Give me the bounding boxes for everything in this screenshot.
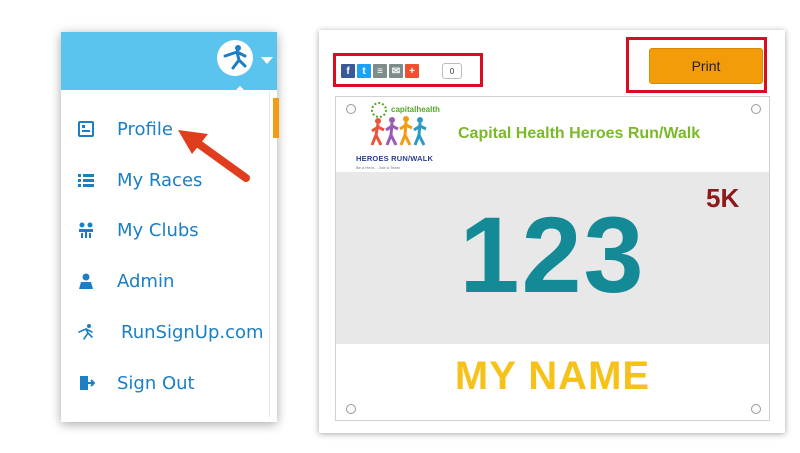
menu-item-my-clubs[interactable]: My Clubs [61,211,266,251]
logo-heroes-text: HEROES RUN/WALK [356,154,434,163]
share-count: 0 [442,63,462,79]
print-button[interactable]: Print [649,48,763,84]
facebook-icon[interactable]: f [341,64,355,78]
clubs-icon [79,222,93,238]
profile-card-icon [78,121,94,137]
logo-text: capitalhealth [391,105,440,114]
menu-header [61,32,277,90]
bib-hole [346,404,356,414]
menu-divider [269,92,270,417]
menu-item-runsignup[interactable]: RunSignUp.com [61,313,266,353]
sign-out-icon [80,376,95,390]
menu-item-label: Sign Out [117,373,195,394]
red-arrow-annotation [178,130,250,182]
bib-event-title: Capital Health Heroes Run/Walk [458,125,701,142]
print-button-highlight: Print [626,37,767,93]
menu-item-label: My Clubs [117,220,199,241]
admin-icon [79,273,93,289]
share-buttons-highlight: f t ≡ ✉ + 0 [333,53,483,87]
user-dropdown-menu: Profile My Races My Clubs Admin RunSignU… [61,32,279,422]
race-bib: capitalhealth HEROES RUN/WALK Be a Hero.… [335,96,770,421]
logo-tagline: Be a Hero... Join a Team [356,165,400,170]
twitter-icon[interactable]: t [357,64,371,78]
menu-item-label: RunSignUp.com [121,322,264,343]
bib-hole [751,104,761,114]
bib-hole [751,404,761,414]
bib-number: 123 [459,194,646,315]
list-icon [78,174,94,187]
menu-pointer [232,86,248,94]
runners-logo-icon [370,116,427,146]
bib-runner-name: MY NAME [454,354,651,398]
menu-item-label: Admin [117,271,175,292]
email-icon[interactable]: ✉ [389,64,403,78]
bib-hole [346,104,356,114]
menu-item-label: Profile [117,119,173,140]
share-buttons: f t ≡ ✉ + [341,64,419,78]
menu-item-sign-out[interactable]: Sign Out [61,364,266,404]
plus-icon[interactable]: + [405,64,419,78]
bib-preview-panel: f t ≡ ✉ + 0 Print capitalhealth HEROES R… [319,30,785,433]
chevron-down-icon[interactable] [261,57,273,64]
menu-item-admin[interactable]: Admin [61,262,266,302]
active-indicator [273,98,279,138]
runner-avatar-icon[interactable] [215,38,255,78]
runner-icon [78,324,93,340]
print-share-icon[interactable]: ≡ [373,64,387,78]
